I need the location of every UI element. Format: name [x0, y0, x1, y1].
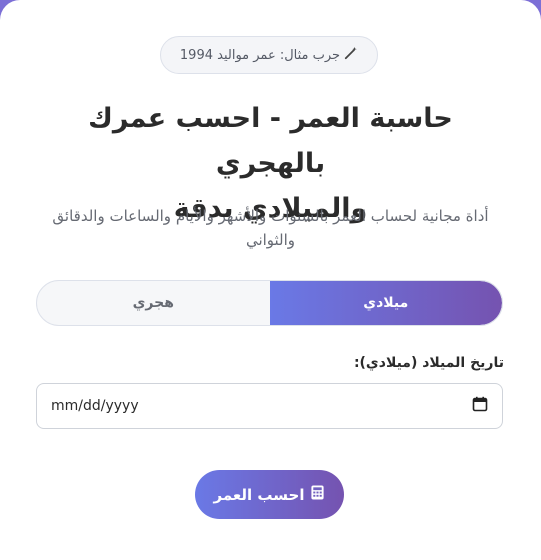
calculator-icon	[310, 485, 325, 504]
birth-date-input[interactable]: mm/dd/yyyy	[36, 383, 503, 429]
page-title-line-1: حاسبة العمر - احسب عمرك بالهجري	[88, 103, 453, 179]
example-hint-chip[interactable]: جرب مثال: عمر مواليد 1994	[160, 36, 378, 74]
toggle-hijri[interactable]: هجري	[37, 281, 270, 325]
age-calculator-card: جرب مثال: عمر مواليد 1994 حاسبة العمر - …	[0, 0, 541, 560]
birth-date-label: تاريخ الميلاد (ميلادي):	[353, 355, 504, 371]
birth-date-placeholder: mm/dd/yyyy	[51, 398, 139, 414]
calendar-type-toggle: هجري ميلادي	[36, 280, 503, 326]
page-subtitle-line-1: أداة مجانية لحساب العمر بالسنوات والأشهر…	[52, 207, 489, 225]
calculate-age-label: احسب العمر	[213, 485, 305, 504]
toggle-gregorian[interactable]: ميلادي	[269, 281, 502, 325]
calculate-age-button[interactable]: احسب العمر	[195, 470, 344, 519]
page-subtitle: أداة مجانية لحساب العمر بالسنوات والأشهر…	[36, 204, 505, 252]
magic-wand-icon	[344, 46, 358, 64]
example-hint-text: جرب مثال: عمر مواليد 1994	[179, 47, 341, 63]
page-subtitle-line-2: والثواني	[245, 231, 296, 249]
calendar-icon[interactable]	[472, 396, 488, 416]
